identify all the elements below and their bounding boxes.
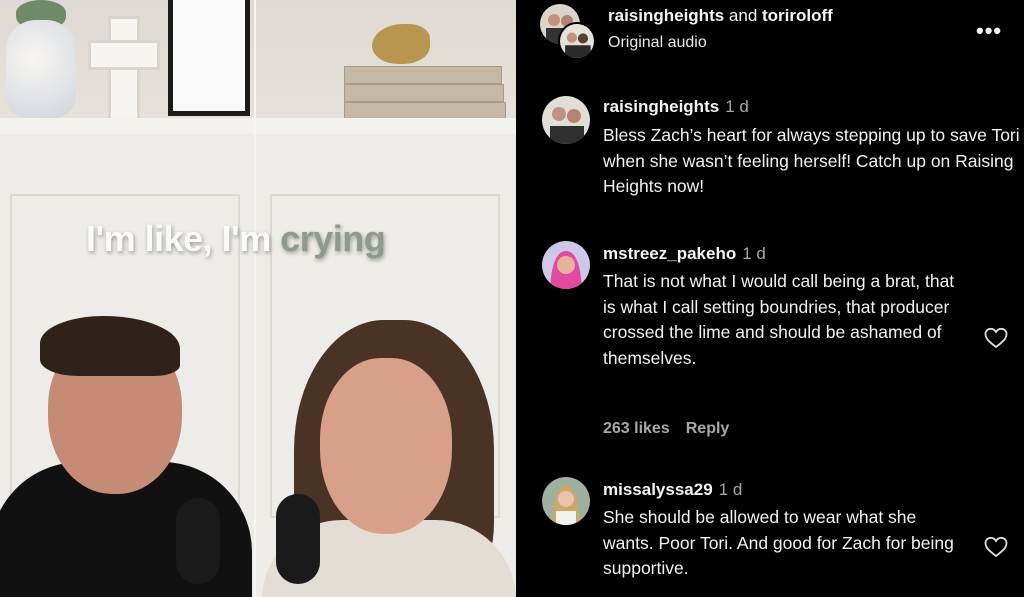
- comment-avatar[interactable]: [542, 477, 590, 525]
- microphone-left: [176, 498, 220, 584]
- comment-username[interactable]: raisingheights 1 d: [603, 97, 749, 117]
- comments-panel: raisingheights and toriroloff Original a…: [516, 0, 1024, 597]
- comment-time: 1 d: [718, 480, 743, 499]
- comment-time: 1 d: [725, 97, 749, 116]
- video-player[interactable]: ​ I'm like, I'm crying: [0, 0, 516, 597]
- split-screen-divider: [254, 0, 256, 597]
- comment-text: She should be allowed to wear what she w…: [603, 507, 954, 578]
- author-link-secondary[interactable]: toriroloff: [762, 6, 833, 25]
- heart-icon[interactable]: [984, 327, 1008, 349]
- book-decor: [344, 66, 502, 84]
- audio-label[interactable]: Original audio: [608, 34, 707, 52]
- comment-meta: 263 likes Reply: [603, 420, 729, 438]
- comment-username[interactable]: missalyssa29 1 d: [603, 480, 742, 500]
- comment-text: Bless Zach’s heart for always stepping u…: [603, 125, 1020, 196]
- comment-avatar[interactable]: [542, 96, 590, 144]
- video-caption: I'm like, I'm crying: [86, 218, 386, 260]
- person-right-face: [320, 358, 452, 534]
- cross-decor-bar: [88, 40, 160, 70]
- reply-button[interactable]: Reply: [686, 420, 730, 437]
- caption-highlight: crying: [280, 218, 386, 259]
- comment-text: That is not what I would call being a br…: [603, 271, 955, 368]
- comment-username[interactable]: mstreez_pakeho 1 d: [603, 244, 766, 264]
- shelf: [0, 118, 516, 134]
- caption-text: I'm like, I'm: [86, 218, 281, 259]
- comment-avatar[interactable]: [542, 241, 590, 289]
- more-horizontal-icon[interactable]: •••: [976, 18, 1002, 44]
- picture-frame: [168, 0, 250, 116]
- post-authors: raisingheights and toriroloff: [608, 6, 833, 26]
- heart-icon[interactable]: [984, 536, 1008, 558]
- author-joiner: and: [724, 6, 762, 25]
- coauthor-avatar[interactable]: [558, 22, 596, 60]
- cross-decor: [108, 16, 140, 124]
- bird-figurine: [372, 24, 430, 64]
- author-link-primary[interactable]: raisingheights: [608, 6, 724, 25]
- vase-decor: [6, 20, 76, 118]
- book-decor: [344, 84, 504, 102]
- comment-time: 1 d: [742, 244, 766, 263]
- microphone-right: [276, 494, 320, 584]
- likes-count[interactable]: 263 likes: [603, 420, 670, 437]
